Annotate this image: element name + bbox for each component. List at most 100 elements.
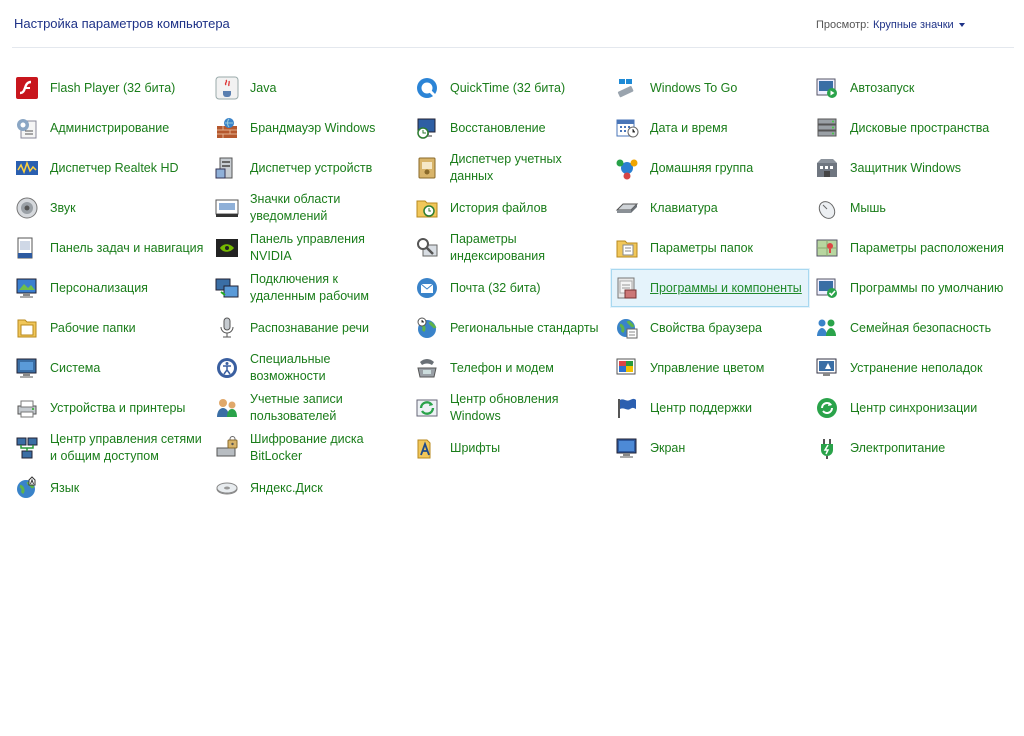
control-panel-item-calendar-clock[interactable]: Дата и время [610,108,810,148]
control-panel-item-yandex-disk[interactable]: Яндекс.Диск [210,468,410,508]
control-panel-item-action-center-flag[interactable]: Центр поддержки [610,388,810,428]
color-management-icon [614,355,640,381]
control-panel-item-label: Диспетчер Realtek HD [50,160,179,175]
control-panel-item-devices-printers[interactable]: Устройства и принтеры [10,388,210,428]
control-panel-item-mouse[interactable]: Мышь [810,188,1010,228]
control-panel-item-label: Диспетчер устройств [250,160,373,175]
control-panel-item-troubleshooting[interactable]: Устранение неполадок [810,348,1010,388]
power-options-icon [814,435,840,461]
control-panel-item-mail[interactable]: Почта (32 бита) [410,268,610,308]
view-by-value: Крупные значки [873,19,954,31]
control-panel-item-region[interactable]: Региональные стандарты [410,308,610,348]
control-panel-item-label: Параметры папок [650,240,754,255]
accessibility-icon [214,355,240,381]
control-panel-item-label: Шифрование диска BitLocker [250,432,364,463]
control-panel-item-internet-options[interactable]: Свойства браузера [610,308,810,348]
control-panel-item-family-safety[interactable]: Семейная безопасность [810,308,1010,348]
indexing-icon [414,235,440,261]
control-panel-item-defender[interactable]: Защитник Windows [810,148,1010,188]
control-panel-item-label: Устранение неполадок [850,360,983,375]
sync-center-icon [814,395,840,421]
firewall-icon [214,115,240,141]
notification-area-icon [214,195,240,221]
control-panel-item-autoplay[interactable]: Автозапуск [810,68,1010,108]
control-panel-item-label: Центр синхронизации [850,400,978,415]
control-panel-item-accessibility[interactable]: Специальные возможности [210,348,410,388]
control-panel-item-label: Яндекс.Диск [250,480,323,495]
control-panel-item-label: Распознавание речи [250,320,370,335]
calendar-clock-icon [614,115,640,141]
control-panel-item-firewall[interactable]: Брандмауэр Windows [210,108,410,148]
control-panel-item-programs-features[interactable]: Программы и компоненты [610,268,810,308]
control-panel-item-label: Windows To Go [650,80,738,95]
control-panel-item-label: Центр обновления Windows [450,392,559,423]
control-panel-item-label: Дата и время [650,120,728,135]
control-panel-item-label: Клавиатура [650,200,718,215]
control-panel-item-bitlocker[interactable]: Шифрование диска BitLocker [210,428,410,468]
control-panel-item-power-options[interactable]: Электропитание [810,428,1010,468]
control-panel-item-label: Рабочие папки [50,320,136,335]
keyboard-icon [614,195,640,221]
control-panel-item-notification-area[interactable]: Значки области уведомлений [210,188,410,228]
control-panel-item-label: Почта (32 бита) [450,280,541,295]
control-panel-item-speaker[interactable]: Звук [10,188,210,228]
control-panel-item-label: Устройства и принтеры [50,400,186,415]
control-panel-item-nvidia[interactable]: Панель управления NVIDIA [210,228,410,268]
nvidia-icon [214,235,240,261]
view-by-dropdown[interactable]: Крупные значки [873,19,965,31]
action-center-flag-icon [614,395,640,421]
control-panel-item-java[interactable]: Java [210,68,410,108]
control-panel-item-admin-tools[interactable]: Администрирование [10,108,210,148]
display-icon [614,435,640,461]
control-panel-item-indexing[interactable]: Параметры индексирования [410,228,610,268]
control-panel-item-file-history[interactable]: История файлов [410,188,610,228]
control-panel-item-recovery[interactable]: Восстановление [410,108,610,148]
control-panel-item-usb-drive[interactable]: Windows To Go [610,68,810,108]
windows-update-icon [414,395,440,421]
recovery-icon [414,115,440,141]
control-panel-item-storage-spaces[interactable]: Дисковые пространства [810,108,1010,148]
internet-options-icon [614,315,640,341]
control-panel-item-label: Управление цветом [650,360,765,375]
control-panel-item-label: Электропитание [850,440,946,455]
control-panel-item-display[interactable]: Экран [610,428,810,468]
control-panel-item-work-folders[interactable]: Рабочие папки [10,308,210,348]
control-panel-item-location[interactable]: Параметры расположения [810,228,1010,268]
control-panel-item-sync-center[interactable]: Центр синхронизации [810,388,1010,428]
control-panel-item-user-accounts[interactable]: Учетные записи пользователей [210,388,410,428]
family-safety-icon [814,315,840,341]
control-panel-item-label: Телефон и модем [450,360,554,375]
control-panel-item-taskbar[interactable]: Панель задач и навигация [10,228,210,268]
control-panel-item-fonts[interactable]: Шрифты [410,428,610,468]
programs-features-icon [614,275,640,301]
control-panel-item-credential-manager[interactable]: Диспетчер учетных данных [410,148,610,188]
control-panel-item-system[interactable]: Система [10,348,210,388]
control-panel-item-quicktime[interactable]: QuickTime (32 бита) [410,68,610,108]
control-panel-item-phone-modem[interactable]: Телефон и модем [410,348,610,388]
control-panel-item-remote-desktop[interactable]: Подключения к удаленным рабочим [210,268,410,308]
control-panel-item-language[interactable]: Язык [10,468,210,508]
control-panel-item-label: Панель управления NVIDIA [250,232,365,263]
control-panel-item-default-programs[interactable]: Программы по умолчанию [810,268,1010,308]
defender-icon [814,155,840,181]
control-panel-item-personalization[interactable]: Персонализация [10,268,210,308]
view-by-label: Просмотр: [816,19,870,31]
device-manager-icon [214,155,240,181]
control-panel-item-label: Шрифты [450,440,501,455]
control-panel-item-device-manager[interactable]: Диспетчер устройств [210,148,410,188]
control-panel-item-homegroup[interactable]: Домашняя группа [610,148,810,188]
control-panel-item-label: Центр управления сетями и общим доступом [50,432,202,463]
control-panel-item-microphone[interactable]: Распознавание речи [210,308,410,348]
control-panel-item-color-management[interactable]: Управление цветом [610,348,810,388]
control-panel-item-flash[interactable]: Flash Player (32 бита) [10,68,210,108]
control-panel-item-realtek-audio[interactable]: Диспетчер Realtek HD [10,148,210,188]
user-accounts-icon [214,395,240,421]
control-panel-item-label: Восстановление [450,120,546,135]
control-panel-item-folder-options[interactable]: Параметры папок [610,228,810,268]
fonts-icon [414,435,440,461]
control-panel-item-keyboard[interactable]: Клавиатура [610,188,810,228]
control-panel-item-network-center[interactable]: Центр управления сетями и общим доступом [10,428,210,468]
control-panel-item-windows-update[interactable]: Центр обновления Windows [410,388,610,428]
control-panel-item-label: История файлов [450,200,548,215]
control-panel-item-label: Брандмауэр Windows [250,120,376,135]
